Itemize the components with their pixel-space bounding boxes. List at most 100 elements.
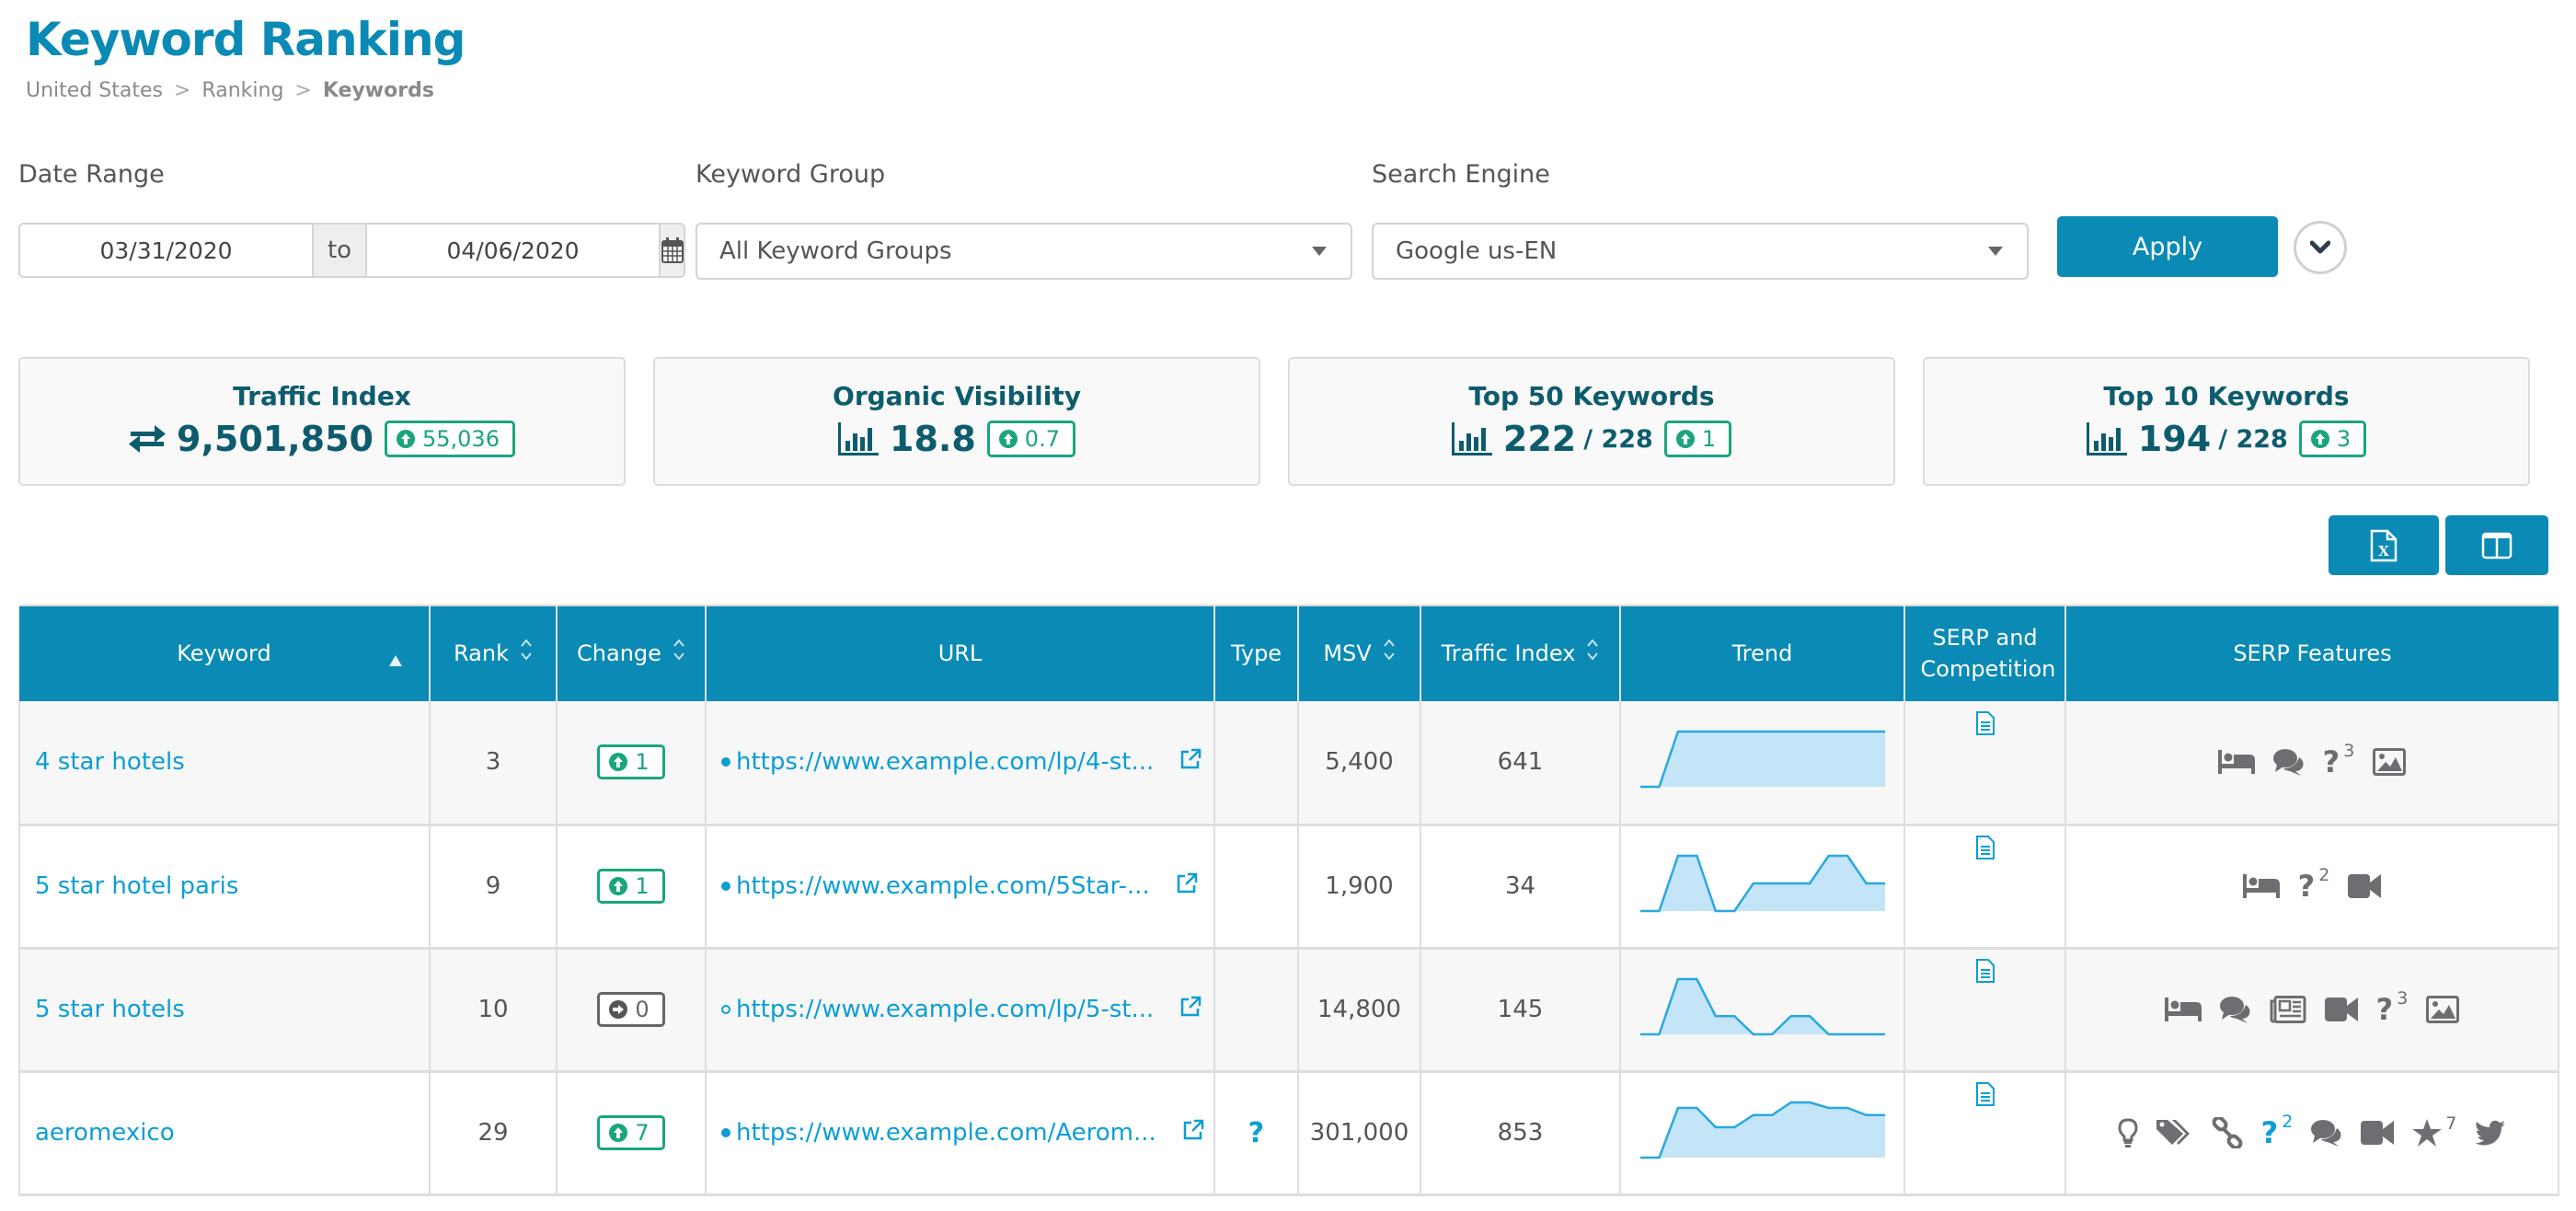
document-icon[interactable] xyxy=(1975,959,1995,989)
trend-sparkline xyxy=(1639,977,1885,1035)
column-header-label: MSV xyxy=(1323,640,1372,666)
keyword-table: Keyword Rank Change URL Type MSV Traffic Index… xyxy=(18,605,2559,1196)
calendar-button[interactable] xyxy=(659,225,684,276)
caret-down-icon xyxy=(1988,247,2003,256)
bar-chart-icon xyxy=(2086,422,2127,456)
sort-toggle-icon[interactable] xyxy=(520,638,533,671)
rank-cell: 3 xyxy=(430,701,558,826)
column-header-change[interactable]: Change xyxy=(557,605,707,701)
hotel-bed-icon[interactable] xyxy=(2217,750,2255,775)
column-header-url: URL xyxy=(706,605,1215,701)
date-range-picker: to xyxy=(18,223,685,278)
traffic-index-cell: 641 xyxy=(1420,701,1621,826)
trend-sparkline xyxy=(1639,854,1885,912)
kpi-delta-badge: 0.7 xyxy=(986,421,1075,457)
star-icon[interactable]: 7 xyxy=(2412,1113,2456,1147)
document-icon[interactable] xyxy=(1975,1082,1995,1113)
hotel-bed-icon[interactable] xyxy=(2164,998,2202,1021)
msv-cell: 14,800 xyxy=(1298,948,1421,1073)
keyword-link[interactable]: aeromexico xyxy=(35,1119,175,1147)
external-link-icon[interactable] xyxy=(1182,1119,1204,1148)
trend-cell xyxy=(1620,825,1905,950)
expand-filters-button[interactable] xyxy=(2294,221,2347,274)
url-link[interactable]: https://www.example.com/lp/4-st... xyxy=(736,748,1154,776)
traffic-index-cell: 853 xyxy=(1420,1071,1621,1196)
sort-ascending-icon[interactable] xyxy=(388,645,403,676)
kpi-delta-badge: 55,036 xyxy=(384,421,515,457)
video-icon[interactable] xyxy=(2361,1121,2395,1145)
calendar-icon xyxy=(661,237,684,263)
sort-toggle-icon[interactable] xyxy=(1586,638,1599,671)
arrow-circle-up-icon xyxy=(609,877,628,895)
columns-toggle-button[interactable] xyxy=(2445,515,2548,575)
external-link-icon[interactable] xyxy=(1179,748,1202,777)
comments-icon[interactable] xyxy=(2219,996,2251,1023)
apply-button[interactable]: Apply xyxy=(2057,216,2278,277)
trend-sparkline xyxy=(1639,1101,1885,1159)
external-link-icon[interactable] xyxy=(1176,872,1198,901)
question-icon[interactable]: ? 2 xyxy=(2261,1112,2294,1148)
tags-icon[interactable] xyxy=(2156,1118,2193,1148)
table-row: 5 star hotel paris 9 1 https://www.example.… xyxy=(18,825,2559,950)
document-icon[interactable] xyxy=(1975,836,1995,866)
url-cell: https://www.example.com/lp/5-st... xyxy=(706,948,1215,1073)
column-header-msv[interactable]: MSV xyxy=(1298,605,1421,701)
search-engine-select[interactable]: Google us-EN xyxy=(1372,223,2029,280)
column-header-label: Trend xyxy=(1731,640,1793,666)
breadcrumb-item-keywords: Keywords xyxy=(322,79,434,102)
kpi-delta-badge: 1 xyxy=(1663,421,1732,457)
breadcrumb: United States > Ranking > Keywords xyxy=(26,79,434,102)
column-header-label: Change xyxy=(577,640,661,666)
feature-count: 2 xyxy=(2318,865,2330,885)
question-type-icon[interactable]: ? xyxy=(1248,1117,1264,1149)
column-header-label: URL xyxy=(937,640,983,666)
sort-toggle-icon[interactable] xyxy=(1383,638,1396,671)
document-icon[interactable] xyxy=(1975,711,1995,742)
column-header-traffic-index[interactable]: Traffic Index xyxy=(1420,605,1621,701)
kpi-value: 194 xyxy=(2137,419,2212,459)
question-icon[interactable]: ? 3 xyxy=(2323,741,2355,778)
breadcrumb-item-ranking[interactable]: Ranking xyxy=(201,79,283,102)
export-excel-button[interactable]: X xyxy=(2329,515,2439,575)
date-from-input[interactable] xyxy=(20,225,312,276)
link-icon[interactable] xyxy=(2212,1117,2243,1148)
image-icon[interactable] xyxy=(2373,748,2407,777)
comments-icon[interactable] xyxy=(2272,748,2305,777)
video-icon[interactable] xyxy=(2348,874,2382,898)
url-link[interactable]: https://www.example.com/Aerom... xyxy=(736,1119,1156,1147)
url-cell: https://www.example.com/Aerom... xyxy=(706,1071,1215,1196)
hotel-bed-icon[interactable] xyxy=(2242,874,2280,898)
serp-features-cell: ? 2 7 xyxy=(2065,1071,2559,1196)
keyword-link[interactable]: 5 star hotels xyxy=(35,996,185,1023)
keyword-group-select[interactable]: All Keyword Groups xyxy=(696,223,1352,280)
url-link[interactable]: https://www.example.com/5Star-... xyxy=(736,872,1150,900)
search-engine-label: Search Engine xyxy=(1372,160,1550,189)
column-header-label: Type xyxy=(1230,640,1282,666)
traffic-index-cell: 145 xyxy=(1420,948,1621,1073)
column-header-label: Traffic Index xyxy=(1441,640,1576,666)
date-to-input[interactable] xyxy=(367,225,659,276)
lightbulb-icon[interactable] xyxy=(2118,1118,2138,1148)
table-header-row: Keyword Rank Change URL Type MSV Traffic Index… xyxy=(19,605,2559,701)
video-icon[interactable] xyxy=(2324,998,2358,1021)
type-cell xyxy=(1214,948,1299,1073)
arrow-circle-up-icon xyxy=(1675,430,1695,448)
kpi-card-top-10-keywords: Top 10 Keywords 194 / 228 3 xyxy=(1923,357,2530,486)
change-badge: 1 xyxy=(597,869,665,904)
image-icon[interactable] xyxy=(2426,996,2460,1023)
sort-toggle-icon[interactable] xyxy=(673,638,685,671)
url-link[interactable]: https://www.example.com/lp/5-st... xyxy=(736,996,1154,1023)
keyword-link[interactable]: 4 star hotels xyxy=(35,748,185,776)
url-marker-dot xyxy=(721,757,730,767)
question-icon[interactable]: ? 3 xyxy=(2376,988,2409,1025)
keyword-link[interactable]: 5 star hotel paris xyxy=(35,872,238,900)
external-link-icon[interactable] xyxy=(1179,996,1202,1024)
news-icon[interactable] xyxy=(2270,996,2306,1023)
column-header-keyword[interactable]: Keyword xyxy=(19,605,431,701)
type-cell xyxy=(1214,825,1299,950)
question-icon[interactable]: ? 2 xyxy=(2298,865,2330,902)
breadcrumb-item-united-states[interactable]: United States xyxy=(26,79,163,102)
comments-icon[interactable] xyxy=(2311,1119,2342,1147)
column-header-rank[interactable]: Rank xyxy=(430,605,558,701)
twitter-icon[interactable] xyxy=(2475,1120,2506,1146)
